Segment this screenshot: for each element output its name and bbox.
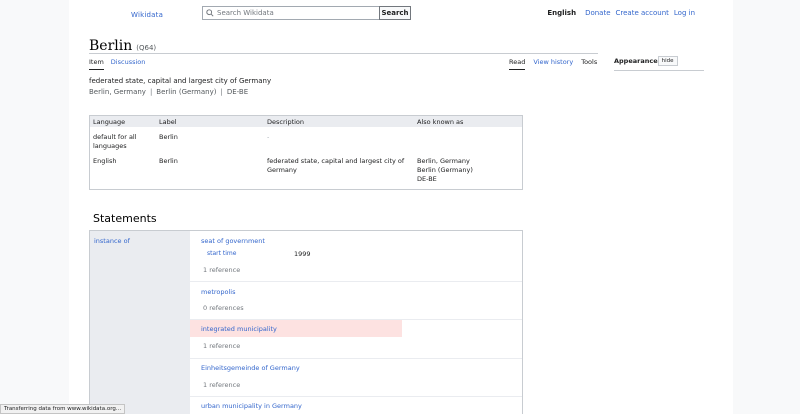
qualifier-property-link[interactable]: start time — [207, 250, 236, 257]
search-icon — [206, 9, 214, 17]
term-language: English — [93, 157, 117, 165]
value-link[interactable]: metropolis — [201, 288, 236, 296]
alias: Berlin, Germany — [89, 88, 146, 96]
column-header-label: Label — [159, 118, 177, 126]
statement-value: seat of government start time 1999 1 ref… — [190, 231, 522, 282]
title-divider — [89, 53, 598, 54]
search-form: Search — [202, 6, 411, 20]
user-links: English Donate Create account Log in — [547, 9, 695, 17]
column-header-language: Language — [93, 118, 126, 126]
column-header-also-known-as: Also known as — [417, 118, 464, 126]
create-account-link[interactable]: Create account — [616, 9, 669, 17]
item-description: federated state, capital and largest cit… — [89, 77, 272, 85]
statement-values: seat of government start time 1999 1 ref… — [190, 231, 522, 414]
item-aliases: Berlin, Germany | Berlin (Germany) | DE-… — [89, 88, 248, 96]
property-instance-of[interactable]: instance of — [94, 237, 130, 245]
page-title: Berlin (Q64) — [89, 38, 156, 54]
statement-value: integrated municipality 1 reference — [190, 320, 522, 359]
statement-group: instance of seat of government start tim… — [89, 230, 523, 414]
term-label: Berlin — [159, 157, 178, 165]
tab-item[interactable]: Item — [89, 58, 104, 70]
terms-table-header: Language Label Description Also known as — [90, 116, 522, 127]
value-link[interactable]: urban municipality in Germany — [201, 402, 302, 410]
view-tabs: Read View history Tools — [509, 58, 597, 70]
namespace-tabs: Item Discussion — [89, 58, 145, 70]
table-row: default for all languages Berlin - — [90, 127, 522, 151]
tab-view-history[interactable]: View history — [533, 58, 573, 70]
references-toggle[interactable]: 1 reference — [203, 342, 240, 350]
references-toggle[interactable]: 1 reference — [203, 381, 240, 389]
tab-discussion[interactable]: Discussion — [111, 58, 146, 70]
item-label: Berlin — [89, 38, 133, 54]
appearance-title: Appearance — [614, 57, 658, 65]
value-link[interactable]: integrated municipality — [201, 325, 277, 333]
qualifier-value: 1999 — [294, 250, 311, 258]
appearance-panel: Appearance hide — [614, 56, 704, 71]
wikidata-logo[interactable]: Wikidata — [131, 11, 163, 19]
language-selector[interactable]: English — [547, 9, 576, 17]
alias-separator: | — [220, 88, 223, 96]
appearance-header: Appearance hide — [614, 56, 704, 71]
statement-value: metropolis 0 references — [190, 282, 522, 320]
statement-value: urban municipality in Germany — [190, 397, 522, 414]
references-toggle[interactable]: 1 reference — [203, 266, 240, 274]
value-link[interactable]: seat of government — [201, 237, 265, 245]
term-language: default for all languages — [93, 133, 137, 150]
value-link[interactable]: Einheitsgemeinde of Germany — [201, 364, 300, 372]
term-label: Berlin — [159, 133, 178, 141]
table-row: English Berlin federated state, capital … — [90, 151, 522, 189]
column-header-description: Description — [267, 118, 305, 126]
search-input[interactable] — [202, 6, 379, 20]
property-column: instance of — [90, 231, 190, 414]
term-alias: DE-BE — [417, 175, 437, 183]
appearance-hide-button[interactable]: hide — [657, 56, 678, 66]
donate-link[interactable]: Donate — [585, 9, 610, 17]
item-id: (Q64) — [136, 44, 157, 52]
term-alias: Berlin (Germany) — [417, 166, 473, 174]
browser-status-bar: Transferring data from www.wikidata.org.… — [0, 404, 126, 414]
alias: DE-BE — [226, 88, 249, 96]
log-in-link[interactable]: Log in — [674, 9, 695, 17]
statement-value: Einheitsgemeinde of Germany 1 reference — [190, 359, 522, 397]
statements-heading: Statements — [93, 212, 157, 225]
tab-read[interactable]: Read — [509, 58, 526, 70]
alias-separator: | — [149, 88, 153, 96]
terms-table: Language Label Description Also known as… — [89, 115, 523, 190]
alias: Berlin (Germany) — [156, 88, 217, 96]
term-description: - — [267, 133, 270, 141]
term-alias: Berlin, Germany — [417, 157, 470, 165]
tab-tools[interactable]: Tools — [581, 58, 597, 70]
search-button[interactable]: Search — [379, 6, 411, 20]
references-toggle[interactable]: 0 references — [203, 304, 244, 312]
term-description: federated state, capital and largest cit… — [267, 157, 405, 174]
